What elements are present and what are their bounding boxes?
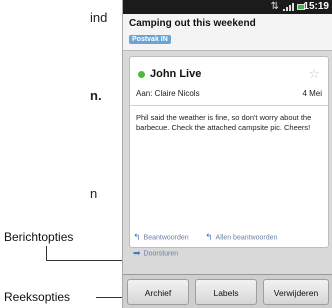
clock: 15:19	[303, 1, 329, 12]
status-bar: ⇅ 15:19	[123, 0, 332, 14]
recipient-row: Aan: Claire Nicols 4 Mei	[136, 89, 324, 98]
message-header: Camping out this weekend Postvak IN	[123, 14, 332, 51]
star-icon[interactable]: ☆	[308, 66, 320, 82]
sender-name[interactable]: John Live	[150, 68, 201, 80]
sender-row[interactable]: John Live ☆	[136, 66, 324, 83]
message-date: 4 Mei	[302, 89, 322, 98]
reply-all-label: Allen beantwoorden	[215, 234, 278, 242]
thread-options-label: Reeksopties	[4, 290, 71, 304]
side-text-3: n	[90, 186, 98, 201]
message-options-line-vertical	[46, 246, 47, 260]
message-options: ↰ Beantwoorden ↰ Allen beantwoorden ➡ Doors…	[129, 230, 327, 270]
reply-all-button[interactable]: ↰ Allen beantwoorden	[205, 232, 277, 243]
message-card: John Live ☆ Aan: Claire Nicols 4 Mei Phi…	[129, 56, 329, 248]
presence-icon	[138, 71, 145, 78]
thread-options-line	[96, 297, 122, 298]
recipient: Aan: Claire Nicols	[136, 89, 200, 98]
phone-screen: ⇅ 15:19 Camping out this weekend Postvak…	[122, 0, 332, 308]
labels-button[interactable]: Labels	[195, 279, 257, 305]
forward-button[interactable]: ➡ Doorsturen	[133, 248, 178, 259]
forward-icon: ➡	[133, 248, 141, 258]
reply-label: Beantwoorden	[143, 234, 189, 242]
message-body: Phil said the weather is fine, so don't …	[136, 113, 312, 132]
reply-all-icon: ↰	[205, 232, 213, 242]
reply-button[interactable]: ↰ Beantwoorden	[133, 232, 189, 243]
delete-button[interactable]: Verwijderen	[263, 279, 329, 305]
signal-icon	[283, 3, 294, 11]
divider	[130, 105, 328, 106]
folder-badge[interactable]: Postvak IN	[129, 35, 171, 44]
thread-options-bar: Archief Labels Verwijderen	[123, 274, 332, 308]
archive-button[interactable]: Archief	[127, 279, 189, 305]
message-options-label: Berichtopties	[4, 230, 74, 244]
message-options-line-horizontal	[46, 260, 122, 261]
usb-icon: ⇅	[270, 1, 279, 12]
forward-label: Doorsturen	[143, 250, 179, 258]
side-text-2: n.	[90, 88, 102, 103]
message-subject: Camping out this weekend	[129, 18, 256, 29]
reply-icon: ↰	[133, 232, 141, 242]
side-text-1: ind	[90, 10, 108, 25]
